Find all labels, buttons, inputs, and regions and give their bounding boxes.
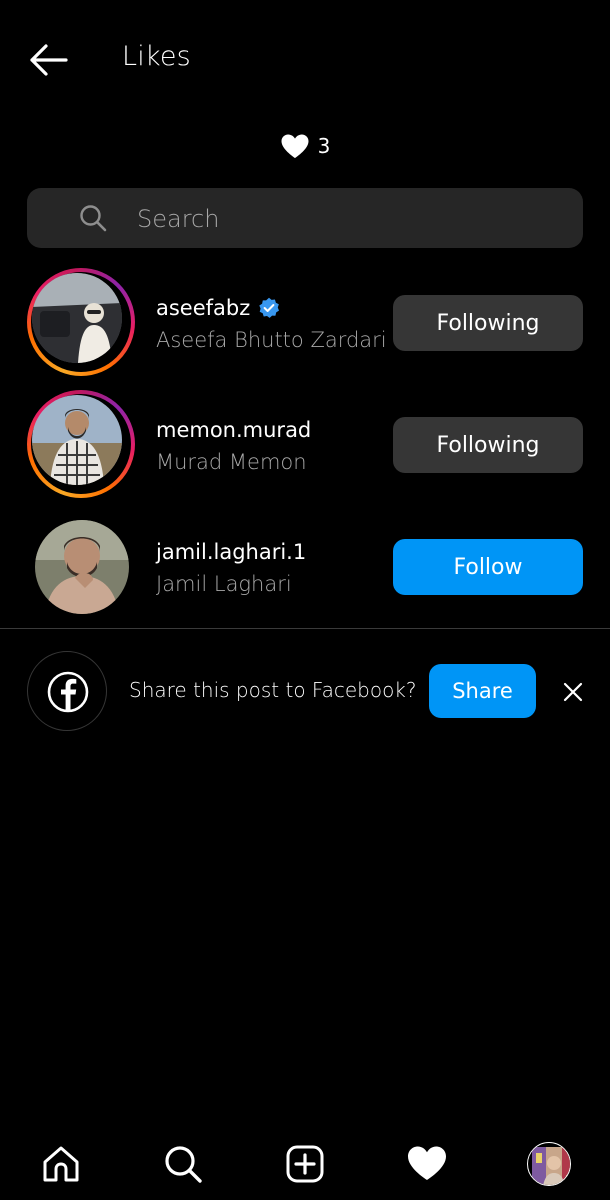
- add-post-icon: [286, 1145, 324, 1183]
- search-input[interactable]: [135, 188, 559, 250]
- nav-create[interactable]: [281, 1140, 329, 1188]
- profile-avatar: [527, 1142, 571, 1186]
- share-button[interactable]: Share: [429, 664, 536, 718]
- search-bar[interactable]: [27, 188, 583, 250]
- username[interactable]: aseefabz: [156, 296, 250, 320]
- user-info: aseefabz Aseefa Bhutto Zardari: [156, 294, 387, 352]
- status-bar: [0, 0, 610, 8]
- follow-button[interactable]: Follow: [393, 539, 583, 595]
- facebook-icon: [47, 671, 89, 713]
- avatar: [32, 273, 122, 363]
- facebook-share-text: Share this post to Facebook?: [129, 678, 417, 702]
- nav-home[interactable]: [37, 1140, 85, 1188]
- nav-search[interactable]: [159, 1140, 207, 1188]
- nav-profile[interactable]: [525, 1140, 573, 1188]
- list-item[interactable]: aseefabz Aseefa Bhutto Zardari Following: [0, 266, 610, 378]
- heart-icon: [281, 134, 309, 158]
- bottom-nav: [0, 1126, 610, 1200]
- search-icon: [165, 1146, 202, 1183]
- page-title: Likes: [122, 41, 191, 72]
- user-info: memon.murad Murad Memon: [156, 416, 311, 474]
- facebook-share-prompt: Share this post to Facebook? Share: [0, 650, 610, 734]
- nav-activity[interactable]: [403, 1140, 451, 1188]
- full-name: Murad Memon: [156, 450, 307, 474]
- username[interactable]: jamil.laghari.1: [156, 540, 306, 564]
- story-ring[interactable]: [27, 268, 135, 376]
- list-item[interactable]: jamil.laghari.1 Jamil Laghari Follow: [0, 510, 610, 622]
- heart-icon: [408, 1146, 446, 1180]
- arrow-left-icon: [30, 44, 68, 76]
- full-name: Jamil Laghari: [156, 572, 292, 596]
- following-button[interactable]: Following: [393, 417, 583, 473]
- close-icon: [563, 682, 583, 702]
- search-icon: [80, 205, 107, 232]
- avatar: [32, 395, 122, 485]
- user-info: jamil.laghari.1 Jamil Laghari: [156, 538, 306, 596]
- close-button[interactable]: [560, 679, 586, 705]
- likes-count: 3: [0, 128, 610, 164]
- home-icon: [43, 1146, 79, 1182]
- back-button[interactable]: [26, 40, 70, 80]
- avatar[interactable]: [35, 520, 129, 614]
- following-button[interactable]: Following: [393, 295, 583, 351]
- header: Likes: [0, 28, 610, 92]
- verified-badge-icon: [259, 297, 280, 318]
- facebook-icon-container: [27, 651, 107, 731]
- story-ring[interactable]: [27, 390, 135, 498]
- likes-count-value: 3: [317, 134, 331, 158]
- list-item[interactable]: memon.murad Murad Memon Following: [0, 388, 610, 500]
- username[interactable]: memon.murad: [156, 418, 311, 442]
- divider: [0, 628, 610, 629]
- full-name: Aseefa Bhutto Zardari: [156, 328, 387, 352]
